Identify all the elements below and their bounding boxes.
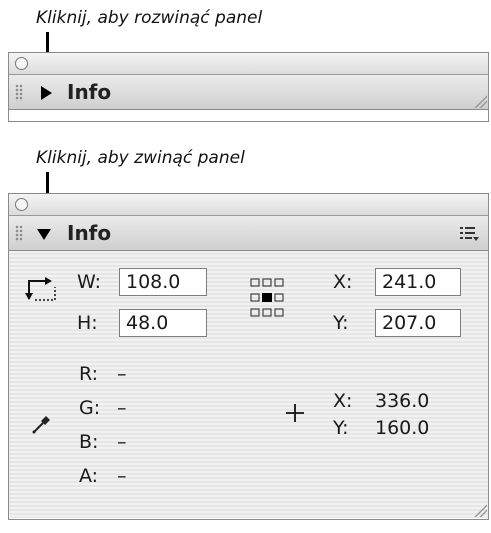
width-label: W: [77,271,102,293]
red-label: R: [79,363,99,385]
drag-grip-icon[interactable] [15,225,23,242]
cursor-y-label: Y: [333,417,349,439]
panel-menu-icon[interactable] [460,226,480,242]
panel-title: Info [67,80,112,104]
alpha-label: A: [79,465,99,487]
y-position-label: Y: [333,312,349,334]
crosshair-icon [286,404,304,422]
panel-tab-header[interactable]: Info [9,75,488,110]
panel-title: Info [67,221,112,245]
info-panel-expanded: Info W: 108.0 H: 48.0 X: 241.0 Y: 207.0 … [8,193,489,520]
close-icon[interactable] [15,57,28,70]
red-value: – [117,363,127,385]
caption-collapse-panel: Kliknij, aby zwinąć panel [36,148,245,168]
drag-grip-icon[interactable] [15,84,23,101]
triangle-right-icon[interactable] [41,86,52,100]
panel-tab-header[interactable]: Info [9,216,488,251]
x-position-field[interactable]: 241.0 [375,268,461,296]
eyedropper-icon [32,416,50,434]
alpha-value: – [117,465,127,487]
cursor-x-value: 336.0 [375,390,430,412]
size-icon [25,277,56,301]
height-label: H: [77,312,98,334]
cursor-x-label: X: [333,390,353,412]
caption-expand-panel: Kliknij, aby rozwinąć panel [36,8,263,28]
registration-point-grid-icon[interactable] [249,277,285,319]
resize-handle-icon[interactable] [473,503,487,517]
green-label: G: [79,397,101,419]
panel-titlebar [9,194,488,216]
y-position-field[interactable]: 207.0 [375,309,461,337]
close-icon[interactable] [15,198,28,211]
panel-titlebar [9,53,488,75]
x-position-label: X: [333,271,353,293]
resize-handle-icon[interactable] [473,94,487,108]
cursor-y-value: 160.0 [375,417,430,439]
info-panel-collapsed: Info [8,52,489,122]
blue-label: B: [79,431,99,453]
height-field[interactable]: 48.0 [119,309,207,337]
width-field[interactable]: 108.0 [119,268,207,296]
info-panel-content: W: 108.0 H: 48.0 X: 241.0 Y: 207.0 R: – … [9,251,488,518]
green-value: – [117,397,127,419]
triangle-down-icon[interactable] [37,229,51,240]
blue-value: – [117,431,127,453]
